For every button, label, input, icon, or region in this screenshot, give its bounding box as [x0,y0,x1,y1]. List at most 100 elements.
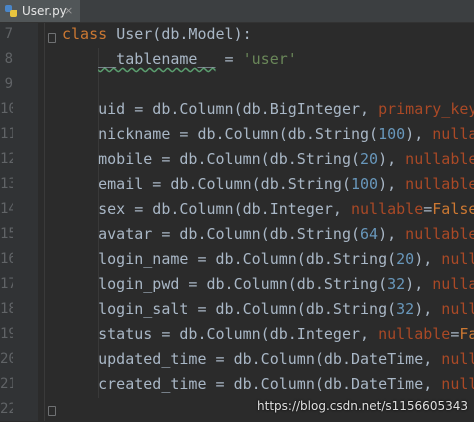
code-token: nullab [441,350,474,368]
code-text: avatar = db.Column(db.String(64), nullab… [62,222,474,247]
code-token: 32 [396,300,415,318]
code-token: primary_key [378,100,474,118]
code-token: login_name = db.Column(db.String( [62,250,397,268]
line-number: 15 [0,226,13,242]
code-text: created_time = db.Column(db.DateTime, nu… [62,372,474,397]
line-number: 16 [0,251,13,267]
code-token: 100 [378,125,406,143]
line-number: 17 [0,276,13,292]
watermark-url: https://blog.csdn.net/s1156605343 [257,399,468,413]
code-token: nullable [378,325,451,343]
code-text: class User(db.Model): [62,22,252,47]
code-token: ), [378,225,406,243]
code-text: status = db.Column(db.Integer, nullable=… [62,322,474,347]
code-token: 64 [360,225,379,243]
line-number: 14 [0,201,13,217]
code-line[interactable]: 15 avatar = db.Column(db.String(64), nul… [0,222,474,247]
code-token: nickname = db.Column(db.String( [62,125,379,143]
code-text: uid = db.Column(db.BigInteger, primary_k… [62,97,474,122]
line-number: 9 [4,76,13,92]
code-token: login_pwd = db.Column(db.String( [62,275,388,293]
line-number: 19 [0,326,13,342]
code-text: login_salt = db.Column(db.String(32), nu… [62,297,474,322]
code-token: uid = db.Column(db.BigInteger, [62,100,379,118]
code-text: __tablename__ = 'user' [62,47,297,72]
code-token: ), [378,150,406,168]
code-token: 20 [396,250,415,268]
code-token: 32 [387,275,406,293]
python-file-icon [5,5,17,17]
code-line[interactable]: 17 login_pwd = db.Column(db.String(32), … [0,272,474,297]
code-token: nullab [432,125,474,143]
code-token: nullable [350,200,424,218]
code-token: = [423,200,433,218]
code-token: email = db.Column(db.String( [62,175,351,193]
code-editor[interactable]: 7 class User(db.Model): 8 __tablename__ = … [0,23,474,421]
code-token: avatar = db.Column(db.String( [62,225,361,243]
code-text: email = db.Column(db.String(100), nullab… [62,172,474,197]
code-token: 'user' [242,50,297,68]
line-number: 7 [4,26,13,42]
code-text: sex = db.Column(db.Integer, nullable=Fal… [62,197,474,222]
code-token: ), [405,125,433,143]
code-line[interactable]: 13 email = db.Column(db.String(100), nul… [0,172,474,197]
code-token: nullab [441,300,474,318]
code-token: ), [414,250,442,268]
code-token: status = db.Column(db.Integer, [62,325,379,343]
code-token: nullab [441,250,474,268]
code-token: nullable [405,150,474,168]
code-line[interactable]: 8 __tablename__ = 'user' [0,47,474,72]
code-token: False [432,200,474,218]
code-line[interactable]: 16 login_name = db.Column(db.String(20),… [0,247,474,272]
code-line[interactable]: 9 [0,72,474,97]
code-text: nickname = db.Column(db.String(100), nul… [62,122,474,147]
line-number: 11 [0,126,13,142]
code-text: mobile = db.Column(db.String(20), nullab… [62,147,474,172]
editor-tab-bar: User.py × [0,0,474,23]
code-line[interactable]: 7 class User(db.Model): [0,22,474,47]
code-token: login_salt = db.Column(db.String( [62,300,397,318]
line-number: 13 [0,176,13,192]
line-number: 8 [4,51,13,67]
code-text: login_pwd = db.Column(db.String(32), nul… [62,272,474,297]
line-number: 22 [0,401,13,417]
code-line[interactable]: 12 mobile = db.Column(db.String(20), nul… [0,147,474,172]
code-token: nullable [405,175,474,193]
line-number: 21 [0,376,13,392]
line-number: 10 [0,101,13,117]
code-text: login_name = db.Column(db.String(20), nu… [62,247,474,272]
code-token: nullab [441,375,474,393]
code-line[interactable]: 11 nickname = db.Column(db.String(100), … [0,122,474,147]
tab-user-py[interactable]: User.py × [0,0,80,22]
code-token: mobile = db.Column(db.String( [62,150,361,168]
code-token: class [62,25,117,43]
code-line[interactable]: 19 status = db.Column(db.Integer, nullab… [0,322,474,347]
code-token: nullabl [432,275,474,293]
line-number: 12 [0,151,13,167]
code-text: updated_time = db.Column(db.DateTime, nu… [62,347,474,372]
code-token: ), [378,175,406,193]
code-token: nullable [405,225,474,243]
code-token: 20 [360,150,379,168]
tab-label: User.py [22,4,67,18]
line-number: 20 [0,351,13,367]
code-token: Fals [459,325,474,343]
code-line[interactable]: 18 login_salt = db.Column(db.String(32),… [0,297,474,322]
code-token: ), [405,275,433,293]
close-icon[interactable]: × [64,4,73,17]
code-token: = [450,325,460,343]
code-line[interactable]: 21 created_time = db.Column(db.DateTime,… [0,372,474,397]
code-token: updated_time = db.Column(db.DateTime, [62,350,442,368]
code-token: __tablename__ [98,50,216,68]
code-token: User(db.Model): [116,25,252,43]
code-token: created_time = db.Column(db.DateTime, [62,375,442,393]
code-token: = [215,50,243,68]
code-line[interactable]: 20 updated_time = db.Column(db.DateTime,… [0,347,474,372]
code-token: ), [414,300,442,318]
line-number: 18 [0,301,13,317]
code-token: sex = db.Column(db.Integer, [62,200,351,218]
code-token: 100 [350,175,379,193]
code-line[interactable]: 10 uid = db.Column(db.BigInteger, primar… [0,97,474,122]
code-line[interactable]: 14 sex = db.Column(db.Integer, nullable=… [0,197,474,222]
